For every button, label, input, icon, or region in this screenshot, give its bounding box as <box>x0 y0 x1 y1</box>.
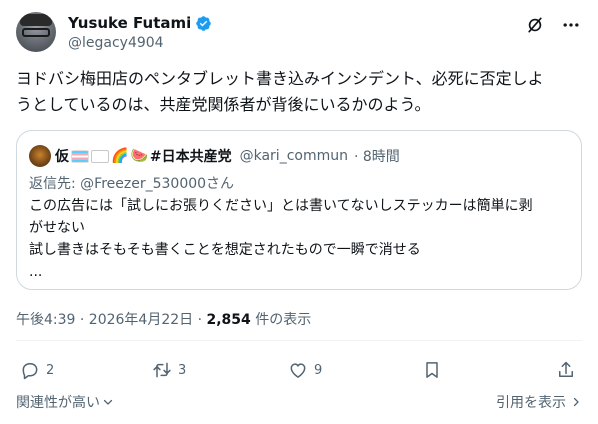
chevron-down-icon <box>103 399 113 405</box>
author-display-name[interactable]: Yusuke Futami <box>68 14 191 32</box>
quoted-reply-to: 返信先: @Freezer_530000さん <box>29 173 234 193</box>
reply-button[interactable]: 2 <box>20 354 54 386</box>
divider <box>16 340 582 341</box>
verified-badge-icon <box>196 15 212 31</box>
tweet-text: ヨドバシ梅田店のペンタブレット書き込みインシデント、必死に否定しよ うとしている… <box>16 66 582 118</box>
quoted-body-line: この広告には「試しにお張りください」とは書いてないしステッカーは簡単に剥 <box>29 198 533 214</box>
white-flag-icon <box>91 149 109 163</box>
chevron-right-icon <box>573 397 579 407</box>
reply-to-mention[interactable]: @Freezer_530000 <box>80 176 206 192</box>
tweet-text-line: うとしているのは、共産党関係者が背後にいるかのよう。 <box>16 95 431 114</box>
quoted-body: この広告には「試しにお張りください」とは書いてないしステッカーは簡単に剥 がせな… <box>29 195 569 283</box>
share-icon <box>559 361 573 377</box>
like-count: 9 <box>314 362 323 378</box>
share-button[interactable] <box>556 354 576 386</box>
timestamp[interactable]: 午後4:39 · 2026年4月22日 · <box>16 312 207 328</box>
action-bar: 2 3 9 <box>16 354 582 386</box>
reply-icon <box>22 363 38 380</box>
quoted-name-prefix: 仮 <box>55 149 69 165</box>
tweet-text-line: ヨドバシ梅田店のペンタブレット書き込みインシデント、必死に否定しよ <box>16 69 544 88</box>
bookmark-icon <box>426 362 438 378</box>
tweet-meta: 午後4:39 · 2026年4月22日 · 2,854 件の表示 <box>16 309 311 329</box>
heart-icon <box>290 363 306 378</box>
repost-button[interactable]: 3 <box>152 354 186 386</box>
header-actions <box>524 14 582 36</box>
quoted-body-ellipsis: ... <box>29 264 43 280</box>
reply-to-prefix: 返信先: <box>29 176 81 192</box>
repost-count: 3 <box>178 362 187 378</box>
author-name-row: Yusuke Futami <box>68 14 212 32</box>
like-button[interactable]: 9 <box>288 354 322 386</box>
views-count: 2,854 <box>206 312 251 328</box>
grok-icon[interactable] <box>524 14 546 36</box>
avatar[interactable] <box>16 12 56 52</box>
quoted-body-line: がせない <box>29 220 85 236</box>
transgender-flag-icon <box>71 149 89 163</box>
view-quotes-button[interactable]: 引用を表示 <box>496 392 582 412</box>
quoted-body-line: 試し書きはそもそも書くことを想定されたもので一瞬で消せる <box>29 242 421 258</box>
replies-footer: 関連性が高い 引用を表示 <box>16 392 582 414</box>
reply-to-suffix: さん <box>206 176 235 192</box>
quoted-name-suffix: #日本共産党 <box>149 149 232 165</box>
sort-relevance-label: 関連性が高い <box>16 395 100 411</box>
sort-relevance-button[interactable]: 関連性が高い <box>16 392 114 412</box>
bookmark-button[interactable] <box>422 354 442 386</box>
quoted-handle: @kari_commun <box>239 148 348 164</box>
watermelon-icon: 🍉 <box>130 148 148 164</box>
quoted-time: · 8時間 <box>353 149 400 165</box>
tweet-header: Yusuke Futami @legacy4904 <box>16 10 582 54</box>
quoted-tweet-header: 仮 🌈 🍉 #日本共産党 @kari_commun · 8時間 <box>29 145 400 167</box>
views-label: 件の表示 <box>250 312 312 328</box>
rainbow-icon: 🌈 <box>111 148 129 164</box>
quoted-avatar <box>29 145 51 167</box>
reply-count: 2 <box>46 362 55 378</box>
quoted-display-name: 仮 🌈 🍉 #日本共産党 <box>55 146 232 166</box>
quoted-tweet[interactable]: 仮 🌈 🍉 #日本共産党 @kari_commun · 8時間 返信先: @Fr… <box>16 130 582 290</box>
more-options-icon[interactable] <box>560 14 582 36</box>
author-handle[interactable]: @legacy4904 <box>68 35 164 51</box>
repost-icon <box>153 362 171 378</box>
view-quotes-label: 引用を表示 <box>496 395 566 411</box>
